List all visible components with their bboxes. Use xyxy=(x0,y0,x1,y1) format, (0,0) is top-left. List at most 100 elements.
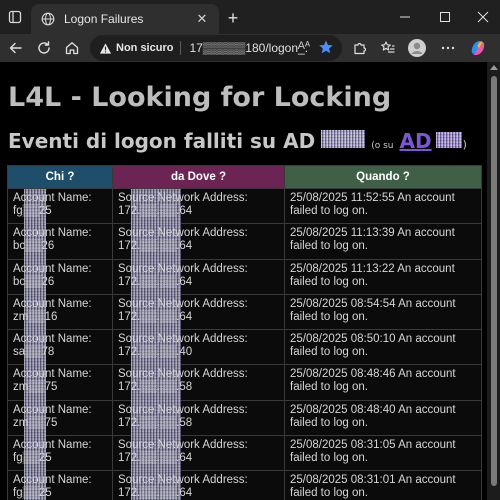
reload-button[interactable] xyxy=(32,36,56,60)
table-row: Account Name: sa▒▒78 Source Network Addres… xyxy=(7,329,482,367)
table-row: Account Name: fg▒▒25 Source Network Addres… xyxy=(7,187,482,225)
cell-who: Account Name: zm▒▒16 xyxy=(7,293,113,331)
cell-when: 25/08/2025 08:31:05 An account failed to… xyxy=(284,435,482,472)
cell-when: 25/08/2025 11:52:55 An account failed to… xyxy=(284,187,482,225)
browser-tab[interactable]: Logon Failures ✕ xyxy=(31,4,219,34)
cell-where: Source Network Address: 172.▒▒.▒▒.64 xyxy=(112,223,285,261)
extensions-button[interactable] xyxy=(348,36,372,60)
where-value: 172.▒▒.▒▒.58 xyxy=(118,416,193,429)
where-value: 172.▒▒.▒▒.64 xyxy=(118,310,193,323)
who-label: Account Name: xyxy=(13,192,92,204)
url-text[interactable]: 17▒▒▒▒▒180/logon_... xyxy=(189,41,309,55)
table-row: Account Name: zm▒▒75 Source Network Addres… xyxy=(7,364,482,402)
table-row: Account Name: bc▒▒26 Source Network Addres… xyxy=(7,258,482,296)
where-label: Source Network Address: xyxy=(118,262,248,275)
where-value: 172.▒▒.▒▒.64 xyxy=(118,275,193,288)
who-label: Account Name: xyxy=(13,439,92,452)
where-label: Source Network Address: xyxy=(118,403,248,416)
favorite-star-icon[interactable] xyxy=(318,39,334,58)
more-dots-icon xyxy=(441,46,455,50)
minimize-button[interactable] xyxy=(392,6,418,28)
event-time-message: 25/08/2025 11:52:55 An account failed to… xyxy=(290,192,455,217)
alternate-ad-link[interactable]: AD xyxy=(399,129,431,153)
more-menu-button[interactable] xyxy=(436,36,460,60)
back-button[interactable] xyxy=(4,36,28,60)
where-label: Source Network Address: xyxy=(118,333,248,346)
favorites-list-icon xyxy=(381,41,395,53)
event-time-message: 25/08/2025 11:13:39 An account failed to… xyxy=(290,227,455,253)
where-label: Source Network Address: xyxy=(118,439,248,452)
who-value: zm▒▒16 xyxy=(13,310,58,323)
page-content: L4L - Looking for Locking Eventi di logo… xyxy=(0,62,487,500)
reload-icon xyxy=(38,41,50,54)
who-value: bc▒▒26 xyxy=(13,240,55,253)
who-value: zm▒▒75 xyxy=(13,416,58,429)
close-tab-icon[interactable]: ✕ xyxy=(193,10,211,28)
close-window-button[interactable] xyxy=(470,6,496,28)
table-row: Account Name: zm▒▒75 Source Network Addres… xyxy=(7,399,482,437)
security-label[interactable]: Non sicuro xyxy=(116,42,173,54)
tab-actions-button[interactable] xyxy=(4,6,26,28)
collections-button[interactable] xyxy=(376,36,400,60)
event-time-message: 25/08/2025 11:13:22 An account failed to… xyxy=(290,262,455,288)
header-where[interactable]: da Dove ? xyxy=(112,165,285,189)
who-label: Account Name: xyxy=(13,368,92,381)
where-label: Source Network Address: xyxy=(118,192,248,204)
event-time-message: 25/08/2025 08:48:46 An account failed to… xyxy=(290,368,456,394)
new-tab-button[interactable]: + xyxy=(222,7,244,29)
header-when[interactable]: Quando ? xyxy=(284,165,482,189)
table-row: Account Name: fg▒▒25 Source Network Addres… xyxy=(7,435,482,473)
tab-title: Logon Failures xyxy=(64,12,144,26)
where-label: Source Network Address: xyxy=(118,368,248,381)
page-scrollbar[interactable] xyxy=(487,62,500,500)
home-button[interactable] xyxy=(60,36,84,60)
event-time-message: 25/08/2025 08:50:10 An account failed to… xyxy=(290,333,456,359)
where-value: 172.▒▒.▒▒.58 xyxy=(118,381,193,394)
logon-failures-table: Chi ? da Dove ? Quando ? Account Name: fg… xyxy=(7,165,482,500)
table-row: Account Name: fg▒▒25 Source Network Addres… xyxy=(7,470,482,500)
cell-when: 25/08/2025 08:48:40 An account failed to… xyxy=(284,399,482,437)
who-value: fg▒▒25 xyxy=(13,452,52,465)
where-value: 172.▒▒.▒▒.40 xyxy=(118,346,193,359)
redacted-link-domain[interactable] xyxy=(435,132,462,148)
scrollbar-thumb[interactable] xyxy=(491,76,497,486)
who-value: zm▒▒75 xyxy=(13,381,58,394)
where-value: 172.▒▒.▒▒.64 xyxy=(118,205,193,217)
cell-who: Account Name: bc▒▒26 xyxy=(7,223,113,261)
subtitle-close-paren: ) xyxy=(462,138,467,151)
table-body: Account Name: fg▒▒25 Source Network Addres… xyxy=(7,187,482,500)
warning-icon xyxy=(98,41,112,55)
close-window-icon xyxy=(477,11,489,23)
cell-who: Account Name: fg▒▒25 xyxy=(7,470,113,500)
event-time-message: 25/08/2025 08:48:40 An account failed to… xyxy=(290,403,456,429)
where-value: 172.▒▒.▒▒.64 xyxy=(118,452,193,465)
browser-toolbar: Non sicuro 17▒▒▒▒▒180/logon_... Aᴬ xyxy=(0,34,500,62)
cell-where: Source Network Address: 172.▒▒.▒▒.58 xyxy=(112,399,285,437)
read-aloud-icon[interactable]: Aᴬ xyxy=(298,40,310,52)
maximize-button[interactable] xyxy=(432,6,458,28)
cell-who: Account Name: bc▒▒26 xyxy=(7,258,113,296)
header-who[interactable]: Chi ? xyxy=(7,165,113,189)
copilot-button[interactable] xyxy=(466,36,490,60)
event-time-message: 25/08/2025 08:31:01 An account failed to… xyxy=(290,474,456,500)
cell-who: Account Name: sa▒▒78 xyxy=(7,329,113,367)
address-divider xyxy=(180,41,182,55)
cell-who: Account Name: zm▒▒75 xyxy=(7,364,113,402)
cell-where: Source Network Address: 172.▒▒.▒▒.64 xyxy=(112,187,285,225)
cell-where: Source Network Address: 172.▒▒.▒▒.64 xyxy=(112,435,285,473)
who-label: Account Name: xyxy=(13,403,92,416)
where-label: Source Network Address: xyxy=(118,474,248,487)
who-label: Account Name: xyxy=(13,333,92,346)
who-label: Account Name: xyxy=(13,474,92,487)
profile-button[interactable] xyxy=(405,36,429,60)
scroll-up-arrow-icon[interactable] xyxy=(490,65,498,70)
who-label: Account Name: xyxy=(13,262,92,275)
minimize-icon xyxy=(400,16,410,18)
who-value: bc▒▒26 xyxy=(13,275,55,288)
tab-strip: Logon Failures ✕ + xyxy=(0,0,500,34)
address-bar[interactable]: Non sicuro 17▒▒▒▒▒180/logon_... Aᴬ xyxy=(90,35,342,61)
table-row: Account Name: zm▒▒16 Source Network Addres… xyxy=(7,293,482,331)
cell-who: Account Name: fg▒▒25 xyxy=(7,187,113,225)
puzzle-icon xyxy=(354,42,367,55)
globe-icon xyxy=(40,11,56,27)
